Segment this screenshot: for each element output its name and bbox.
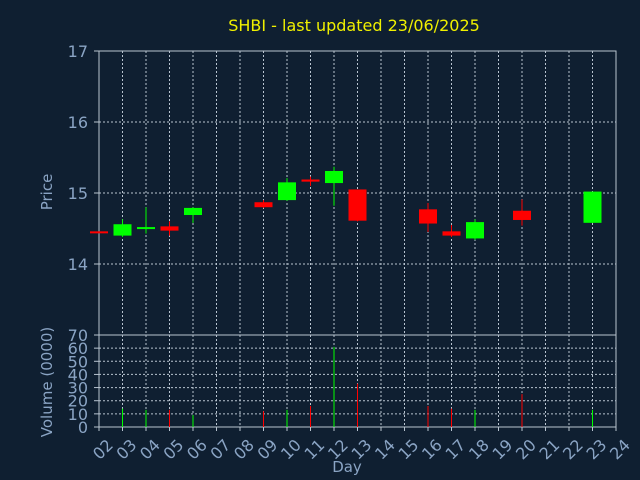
candle-body (160, 226, 179, 231)
price-tick-label: 14 (68, 255, 88, 274)
stock-chart: SHBI - last updated 23/06/2025 14151617 … (38, 16, 634, 476)
price-axis-label: Price (38, 174, 56, 211)
candle-body (90, 231, 108, 234)
candle-body (137, 227, 155, 230)
candle-body (278, 182, 296, 201)
price-panel: 14 15 16 17 (68, 42, 617, 336)
price-tick-label: 17 (68, 42, 88, 61)
price-tick-label: 15 (68, 184, 88, 203)
volume-axis-label: Volume (0000) (38, 327, 56, 437)
candle-body (301, 179, 320, 182)
candle-body (348, 189, 367, 221)
candle-body (513, 210, 531, 220)
candle-body (466, 222, 484, 239)
x-tick-label: 24 (606, 435, 634, 463)
x-axis-label: Day (332, 458, 362, 476)
candle-body (442, 231, 461, 236)
volume-panel: 0102030405060700203040506070809101112131… (68, 326, 634, 463)
candle-body (113, 224, 132, 236)
candle-body (184, 207, 202, 216)
candle-body (419, 209, 437, 224)
chart-title: SHBI - last updated 23/06/2025 (228, 16, 480, 35)
price-tick-label: 16 (68, 113, 88, 132)
candle-body (583, 191, 602, 223)
candle-body (254, 202, 273, 208)
candle-body (325, 170, 343, 184)
volume-tick-label: 70 (68, 326, 88, 345)
